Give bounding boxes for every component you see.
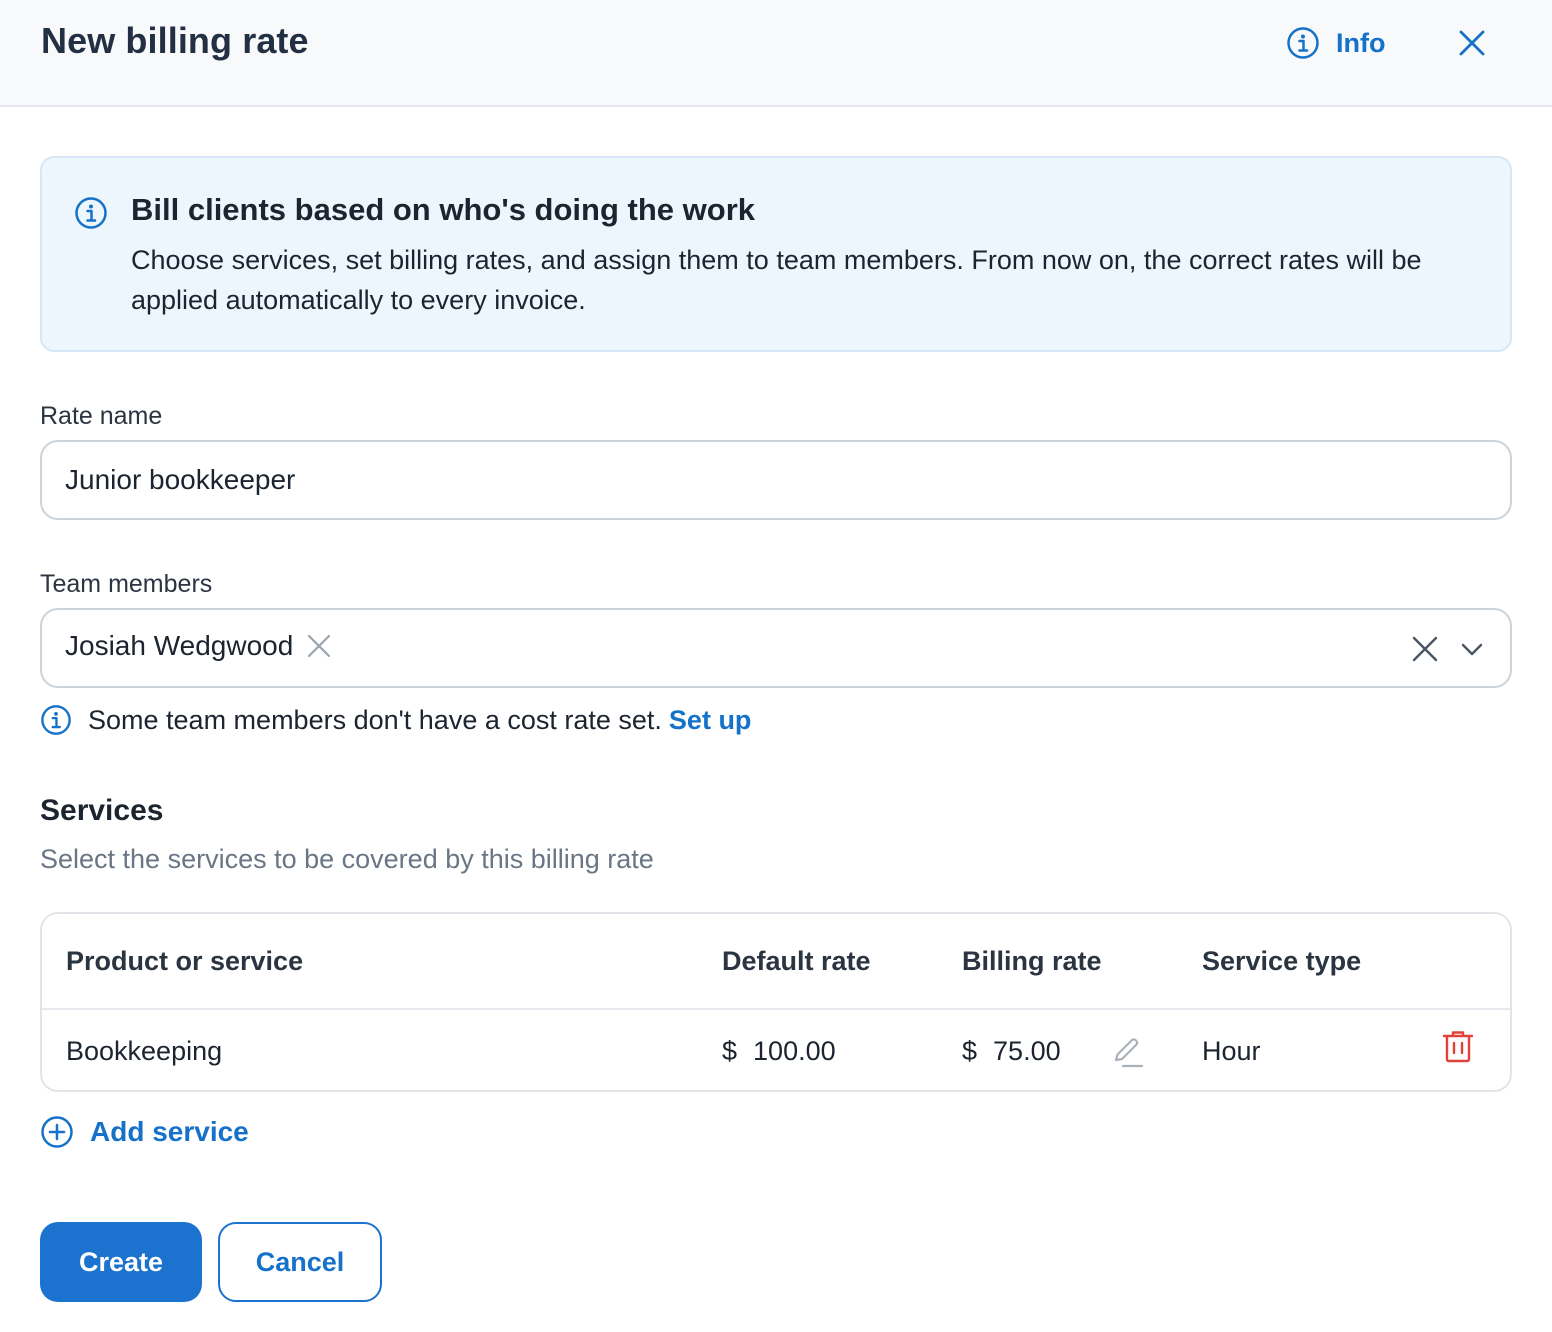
column-header-service-type: Service type	[1202, 946, 1362, 976]
rate-name-label: Rate name	[40, 402, 163, 430]
column-header-default-rate: Default rate	[722, 946, 871, 976]
cancel-button[interactable]: Cancel	[218, 1222, 382, 1302]
team-members-label: Team members	[40, 570, 213, 598]
rate-name-input[interactable]: Junior bookkeeper	[40, 440, 1512, 520]
close-icon	[1459, 30, 1485, 56]
close-button[interactable]	[1452, 24, 1492, 62]
default-rate-value: 100.00	[753, 1036, 836, 1066]
add-service-button[interactable]: Add service	[40, 1115, 249, 1149]
info-label: Info	[1336, 27, 1386, 58]
table-header: Product or service Default rate Billing …	[42, 914, 1510, 1010]
plus-circle-icon	[41, 1116, 73, 1148]
page-title: New billing rate	[41, 20, 309, 61]
trash-icon[interactable]	[1440, 1028, 1476, 1064]
notice-text: Some team members don't have a cost rate…	[88, 704, 662, 735]
billing-rate-value: 75.00	[993, 1036, 1061, 1066]
info-circle-icon	[75, 197, 107, 229]
add-service-label: Add service	[90, 1116, 249, 1147]
service-type: Hour	[1202, 1036, 1261, 1066]
team-members-select[interactable]: Josiah Wedgwood	[40, 608, 1512, 688]
banner-title: Bill clients based on who's doing the wo…	[131, 192, 755, 227]
remove-chip-icon[interactable]	[305, 632, 333, 660]
default-rate: $100.00	[722, 1036, 836, 1067]
team-member-chip-label: Josiah Wedgwood	[65, 630, 294, 661]
create-button[interactable]: Create	[40, 1222, 202, 1302]
info-button[interactable]: Info	[1286, 24, 1385, 62]
dialog-header: New billing rate Info	[0, 0, 1552, 107]
default-rate-currency: $	[722, 1036, 738, 1066]
clear-selection-icon[interactable]	[1408, 632, 1442, 666]
column-header-product: Product or service	[66, 946, 304, 976]
billing-rate: $75.00	[962, 1036, 1061, 1067]
services-title: Services	[40, 794, 164, 827]
chevron-down-icon[interactable]	[1458, 636, 1486, 662]
column-header-billing-rate: Billing rate	[962, 946, 1102, 976]
info-circle-icon	[41, 705, 71, 735]
billing-rate-currency: $	[962, 1036, 978, 1066]
services-table: Product or service Default rate Billing …	[40, 912, 1512, 1092]
cost-rate-notice: Some team members don't have a cost rate…	[40, 704, 751, 736]
banner-text: Choose services, set billing rates, and …	[131, 245, 1422, 315]
info-banner: Bill clients based on who's doing the wo…	[40, 156, 1512, 352]
services-subtitle: Select the services to be covered by thi…	[40, 844, 654, 874]
service-name: Bookkeeping	[66, 1036, 223, 1066]
team-member-chip: Josiah Wedgwood	[65, 630, 333, 662]
info-circle-icon	[1287, 27, 1319, 59]
edit-pencil-icon[interactable]	[1108, 1034, 1144, 1070]
set-up-link[interactable]: Set up	[669, 705, 752, 736]
rate-name-value: Junior bookkeeper	[65, 464, 296, 495]
